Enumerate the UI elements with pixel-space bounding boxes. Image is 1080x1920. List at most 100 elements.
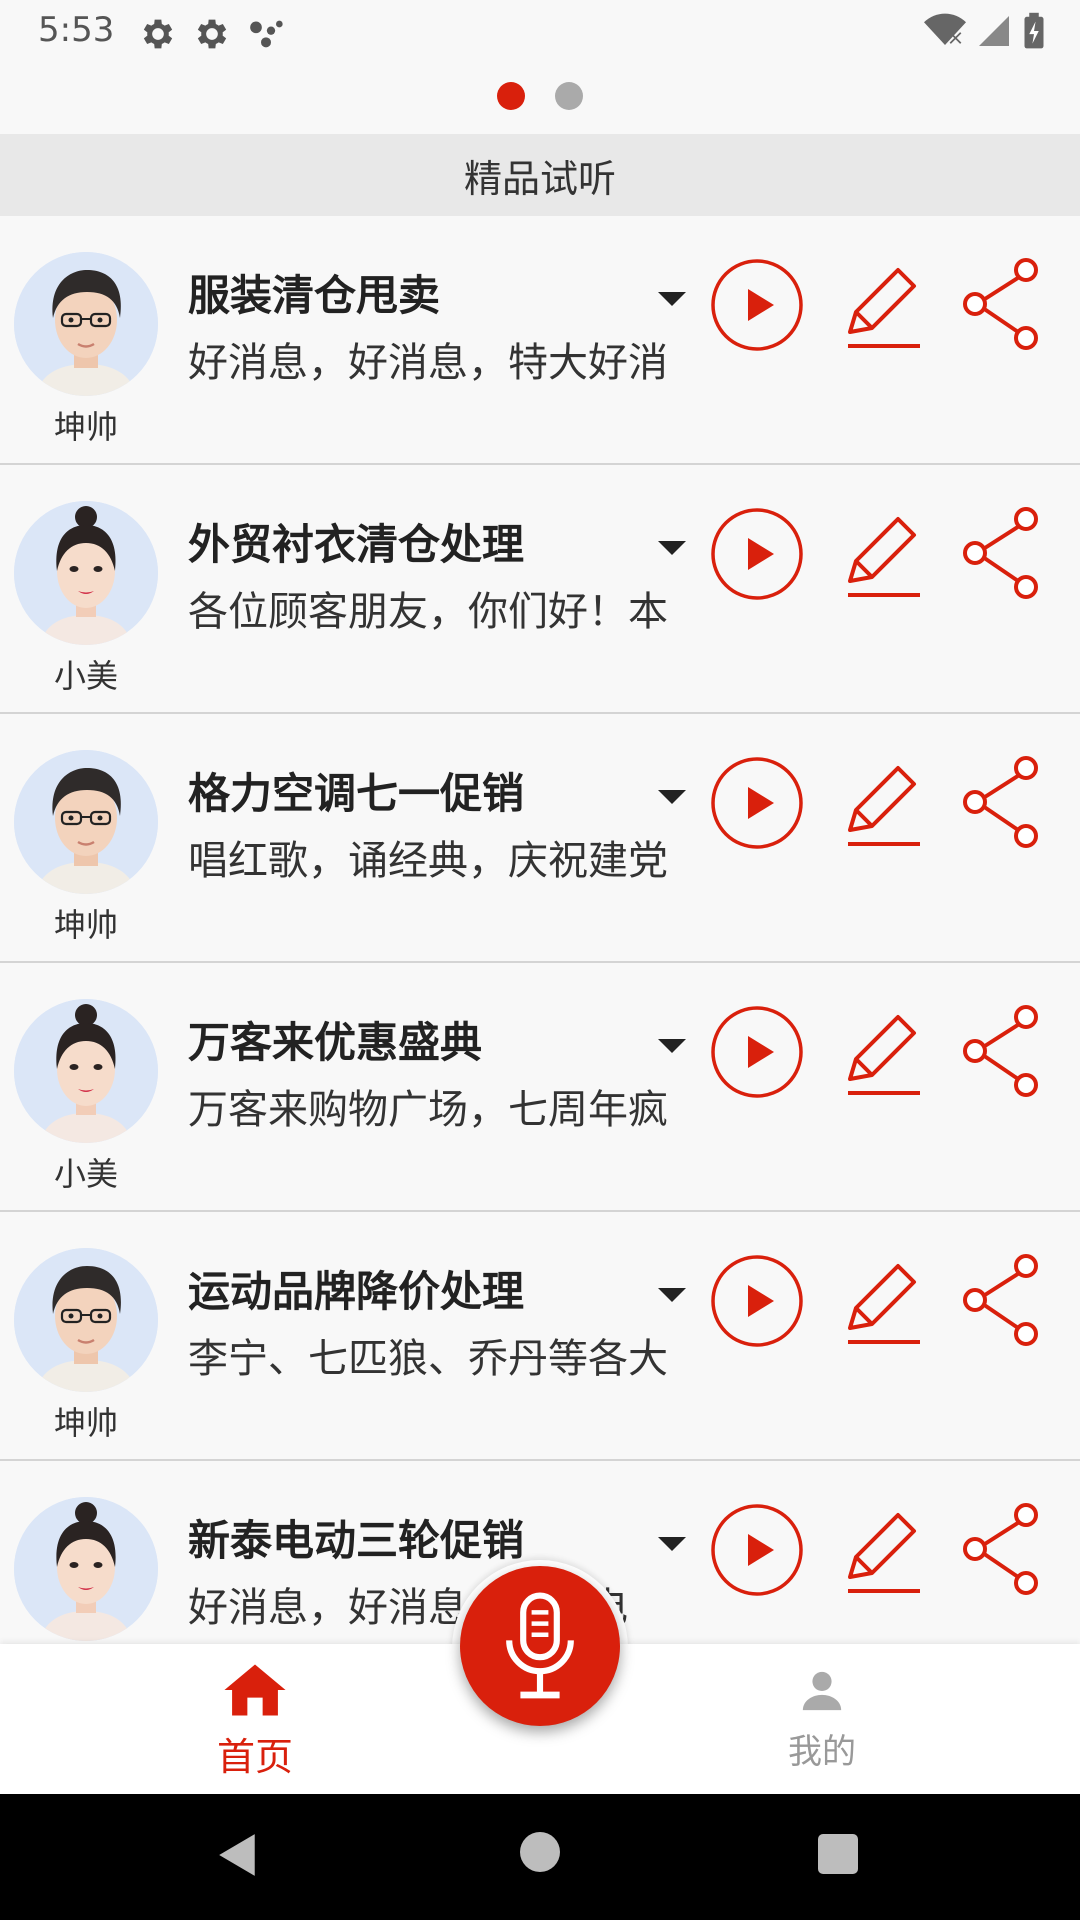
speaker-name: 坤帅 [53, 1404, 118, 1442]
share-button[interactable] [960, 256, 1044, 352]
microphone-icon [506, 1592, 574, 1699]
share-button[interactable] [960, 754, 1044, 850]
nav-mine-tab[interactable]: 我的 [752, 1668, 892, 1788]
nav-home-label: 首页 [216, 1735, 293, 1779]
status-bar: 5:53 [0, 0, 1080, 64]
edit-button[interactable] [840, 260, 924, 352]
pencil-icon [848, 1513, 920, 1593]
play-button[interactable] [710, 1503, 804, 1597]
pencil-icon [848, 766, 920, 846]
status-icons-right [924, 12, 1046, 50]
play-button[interactable] [710, 756, 804, 850]
caret-down-icon [658, 1537, 686, 1551]
play-button[interactable] [710, 1254, 804, 1348]
share-icon [963, 756, 1038, 848]
status-icons-left [138, 14, 286, 54]
gear-icon [143, 19, 173, 49]
share-icon [963, 1005, 1038, 1097]
male-glasses-avatar [14, 1248, 158, 1392]
sample-list: 坤帅 服装清仓甩卖 好消息，好消息，特大好消 小美 外贸衬衣清仓处理 各位顾客朋… [0, 216, 1080, 1644]
list-item[interactable]: 小美 外贸衬衣清仓处理 各位顾客朋友，你们好！本 [0, 465, 1080, 714]
edit-button[interactable] [840, 758, 924, 850]
share-button[interactable] [960, 1501, 1044, 1597]
expand-dropdown-button[interactable] [654, 1033, 690, 1057]
play-icon [711, 508, 803, 600]
expand-dropdown-button[interactable] [654, 535, 690, 559]
pager-dot-active[interactable] [497, 82, 525, 110]
share-button[interactable] [960, 1003, 1044, 1099]
female-avatar [14, 1497, 158, 1641]
person-icon [802, 1671, 842, 1711]
home-circle-icon[interactable] [520, 1832, 560, 1872]
item-snippet[interactable]: 万客来购物广场，七周年疯 [188, 1077, 708, 1135]
item-title[interactable]: 新泰电动三轮促销 [188, 1507, 524, 1568]
edit-button[interactable] [840, 1007, 924, 1099]
female-avatar [14, 501, 158, 645]
banner-pager [0, 82, 1080, 112]
share-icon [963, 1254, 1038, 1346]
play-button[interactable] [710, 258, 804, 352]
status-time: 5:53 [38, 10, 115, 50]
speaker-name: 小美 [53, 1155, 118, 1193]
list-item[interactable]: 坤帅 运动品牌降价处理 李宁、七匹狼、乔丹等各大 [0, 1212, 1080, 1461]
record-mic-button[interactable] [460, 1566, 620, 1726]
assistant-dots-icon [250, 20, 283, 48]
item-snippet[interactable]: 各位顾客朋友，你们好！本 [188, 579, 708, 637]
recents-square-icon[interactable] [818, 1834, 858, 1874]
nav-mine-label: 我的 [788, 1732, 856, 1772]
system-navigation-bar [0, 1794, 1080, 1920]
speaker-name: 小美 [53, 657, 118, 695]
expand-dropdown-button[interactable] [654, 1531, 690, 1555]
share-icon [963, 258, 1038, 350]
signal-icon [979, 16, 1009, 46]
play-button[interactable] [710, 1005, 804, 1099]
edit-button[interactable] [840, 1256, 924, 1348]
share-button[interactable] [960, 1252, 1044, 1348]
play-button[interactable] [710, 507, 804, 601]
edit-button[interactable] [840, 509, 924, 601]
item-title[interactable]: 格力空调七一促销 [188, 760, 524, 821]
caret-down-icon [658, 292, 686, 306]
home-icon [224, 1664, 286, 1716]
play-icon [711, 757, 803, 849]
expand-dropdown-button[interactable] [654, 1282, 690, 1306]
nav-home-tab[interactable]: 首页 [180, 1662, 330, 1782]
item-title[interactable]: 外贸衬衣清仓处理 [188, 511, 524, 572]
pencil-icon [848, 517, 920, 597]
play-icon [711, 1255, 803, 1347]
female-avatar [14, 999, 158, 1143]
wifi-off-icon [924, 13, 966, 45]
play-icon [711, 1504, 803, 1596]
share-icon [963, 1503, 1038, 1595]
expand-dropdown-button[interactable] [654, 286, 690, 310]
caret-down-icon [658, 541, 686, 555]
battery-charging-icon [1024, 12, 1044, 49]
item-snippet[interactable]: 李宁、七匹狼、乔丹等各大 [188, 1326, 708, 1384]
share-button[interactable] [960, 505, 1044, 601]
male-glasses-avatar [14, 750, 158, 894]
item-snippet[interactable]: 好消息，好消息，特大好消 [188, 330, 708, 388]
play-icon [711, 259, 803, 351]
gear-icon [197, 19, 227, 49]
pencil-icon [848, 268, 920, 348]
edit-button[interactable] [840, 1505, 924, 1597]
item-snippet[interactable]: 唱红歌，诵经典，庆祝建党 [188, 828, 708, 886]
pencil-icon [848, 1015, 920, 1095]
caret-down-icon [658, 1288, 686, 1302]
item-snippet[interactable]: 好消息，好消息，新泰电 [188, 1575, 708, 1633]
pencil-icon [848, 1264, 920, 1344]
pager-dot-inactive[interactable] [555, 82, 583, 110]
list-item[interactable]: 小美 万客来优惠盛典 万客来购物广场，七周年疯 [0, 963, 1080, 1212]
item-title[interactable]: 万客来优惠盛典 [188, 1009, 482, 1070]
male-glasses-avatar [14, 252, 158, 396]
caret-down-icon [658, 790, 686, 804]
share-icon [963, 507, 1038, 599]
item-title[interactable]: 服装清仓甩卖 [188, 262, 440, 323]
item-title[interactable]: 运动品牌降价处理 [188, 1258, 524, 1319]
list-item[interactable]: 坤帅 服装清仓甩卖 好消息，好消息，特大好消 [0, 216, 1080, 465]
section-header: 精品试听 [0, 134, 1080, 216]
back-icon[interactable] [216, 1832, 260, 1878]
list-item[interactable]: 坤帅 格力空调七一促销 唱红歌，诵经典，庆祝建党 [0, 714, 1080, 963]
speaker-name: 坤帅 [53, 408, 118, 446]
expand-dropdown-button[interactable] [654, 784, 690, 808]
